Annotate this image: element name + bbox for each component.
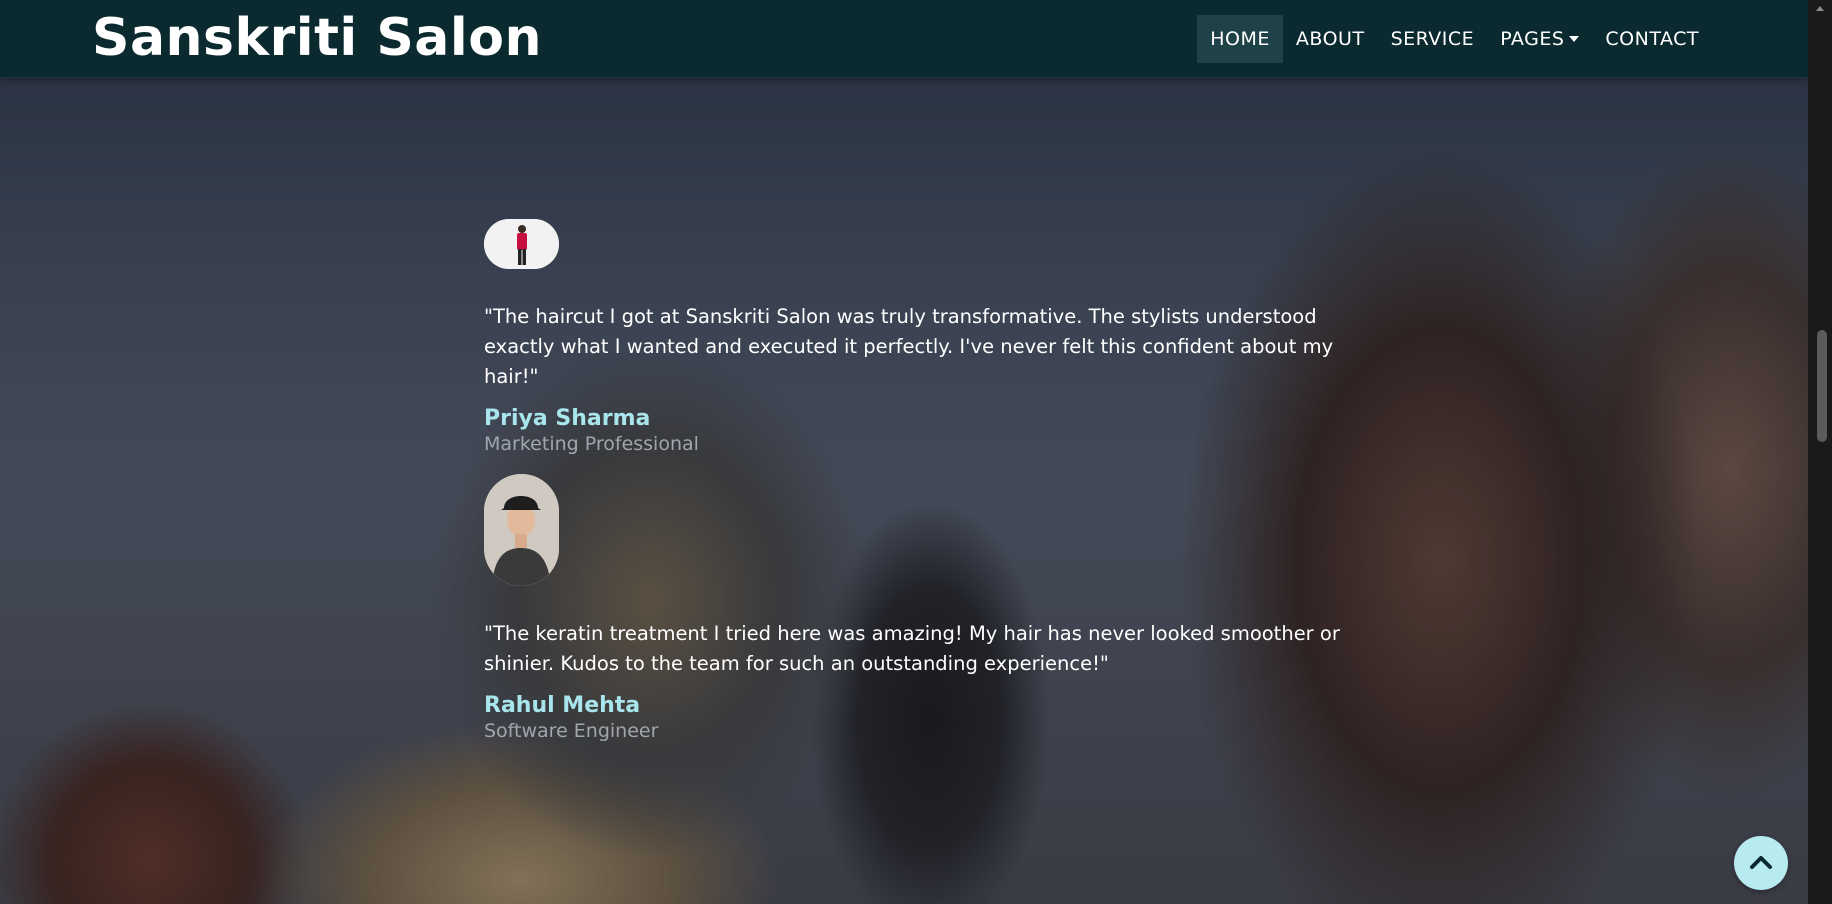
testimonial-quote: "The haircut I got at Sanskriti Salon wa… [484, 305, 1334, 388]
caret-down-icon [1569, 36, 1580, 42]
testimonial-item: "The haircut I got at Sanskriti Salon wa… [484, 219, 1344, 455]
testimonial-item: "The keratin treatment I tried here was … [484, 474, 1344, 742]
brand-logo[interactable]: Sanskriti Salon [92, 8, 542, 68]
woman-avatar-image [484, 219, 559, 269]
man-avatar [484, 474, 559, 586]
nav-home-label: HOME [1210, 28, 1270, 50]
testimonial-name: Rahul Mehta [484, 693, 641, 718]
back-to-top-button[interactable] [1734, 836, 1788, 890]
nav-pages-dropdown[interactable]: PAGES [1487, 15, 1592, 63]
man-avatar-image [484, 474, 559, 586]
testimonial-quote: "The keratin treatment I tried here was … [484, 622, 1340, 675]
nav-about-label: ABOUT [1295, 28, 1365, 50]
navbar: Sanskriti Salon HOME ABOUT SERVICE PAGES… [0, 0, 1808, 78]
nav-contact-label: CONTACT [1605, 28, 1699, 50]
nav-service-label: SERVICE [1390, 28, 1475, 50]
scroll-up-arrow-icon[interactable] [1816, 6, 1824, 11]
nav-pages-label: PAGES [1500, 28, 1565, 50]
page-scrollbar[interactable] [1808, 0, 1832, 904]
nav-about[interactable]: ABOUT [1283, 15, 1378, 63]
nav-service[interactable]: SERVICE [1378, 15, 1488, 63]
scrollbar-thumb[interactable] [1817, 330, 1827, 442]
chevron-up-icon [1750, 856, 1772, 869]
testimonial-name: Priya Sharma [484, 406, 651, 431]
testimonial-role: Software Engineer [484, 720, 659, 742]
nav-home[interactable]: HOME [1197, 15, 1283, 63]
nav-contact[interactable]: CONTACT [1592, 15, 1712, 63]
main-nav: HOME ABOUT SERVICE PAGES CONTACT [1197, 15, 1712, 63]
woman-avatar [484, 219, 559, 269]
testimonial-role: Marketing Professional [484, 433, 699, 455]
